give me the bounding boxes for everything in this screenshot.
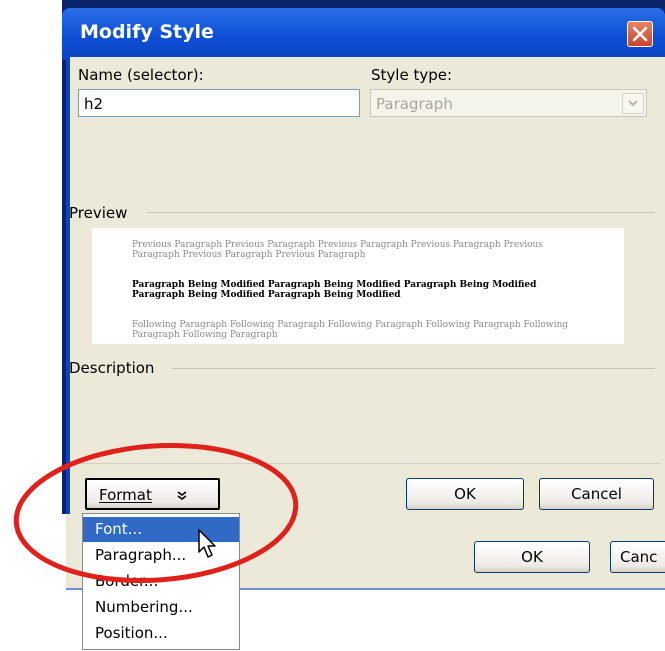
preview-following-paragraph: Following Paragraph Following Paragraph … (132, 320, 569, 340)
underlying-cancel-button[interactable]: Canc (610, 541, 665, 573)
description-divider (172, 368, 655, 369)
preview-modified-paragraph: Paragraph Being Modified Paragraph Being… (132, 280, 537, 300)
format-button-label: Format (99, 486, 152, 504)
cancel-button[interactable]: Cancel (539, 478, 654, 510)
description-label: Description (69, 359, 155, 377)
format-button[interactable]: Format (85, 478, 220, 510)
menu-item-border[interactable]: Border... (83, 569, 239, 594)
menu-item-position[interactable]: Position... (83, 621, 239, 646)
preview-divider (147, 212, 655, 213)
close-button[interactable] (627, 21, 653, 47)
name-selector-label: Name (selector): (78, 66, 204, 84)
ok-button[interactable]: OK (406, 478, 524, 510)
style-type-label: Style type: (371, 66, 453, 84)
preview-box: Previous Paragraph Previous Paragraph Pr… (92, 228, 624, 344)
dialog-title: Modify Style (80, 21, 214, 43)
mouse-pointer-icon (198, 529, 216, 558)
double-chevron-down-icon (177, 491, 187, 500)
chevron-down-icon (628, 100, 638, 107)
close-icon (632, 26, 648, 42)
style-type-dropdown-button[interactable] (622, 93, 644, 114)
underlying-ok-button[interactable]: OK (474, 541, 590, 573)
button-row-divider (70, 463, 661, 464)
menu-item-numbering[interactable]: Numbering... (83, 595, 239, 620)
preview-label: Preview (69, 204, 128, 222)
preview-previous-paragraph: Previous Paragraph Previous Paragraph Pr… (132, 240, 543, 260)
name-selector-input[interactable]: h2 (78, 89, 360, 117)
style-type-select[interactable]: Paragraph (370, 89, 647, 117)
